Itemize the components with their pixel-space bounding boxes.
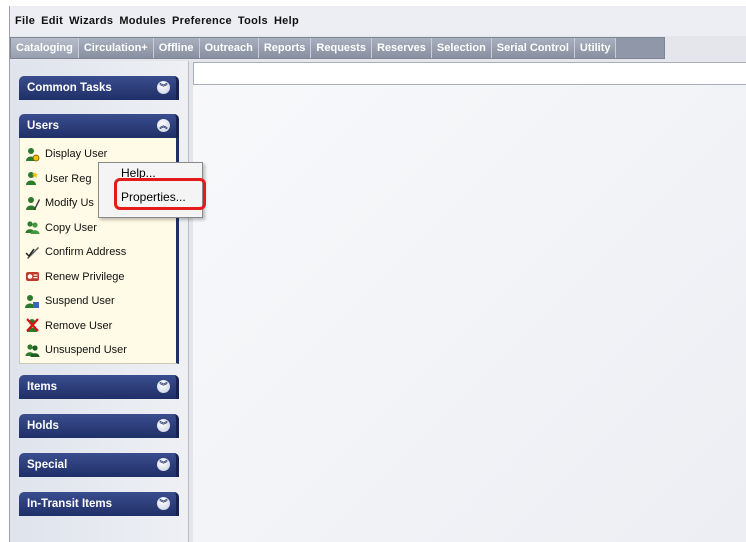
expand-chevron-icon[interactable]: ︾ [157, 497, 170, 510]
group-header-common-tasks[interactable]: Common Tasks ︾ [19, 76, 179, 100]
tab-requests[interactable]: Requests [311, 38, 372, 58]
task-label: User Reg [45, 172, 92, 185]
task-label: Remove User [45, 319, 113, 332]
display-user-icon [25, 147, 40, 162]
group-header-in-transit-items[interactable]: In-Transit Items ︾ [19, 492, 179, 516]
content-toolbar-strip [193, 62, 746, 85]
task-label: Unsuspend User [45, 344, 127, 357]
menu-help[interactable]: Help [271, 15, 302, 27]
expand-chevron-icon[interactable]: ︾ [157, 81, 170, 94]
group-items: Items ︾ [19, 375, 179, 399]
renew-privilege-icon [25, 269, 40, 284]
copy-user-icon [25, 220, 40, 235]
group-holds: Holds ︾ [19, 414, 179, 438]
tab-reports[interactable]: Reports [258, 38, 312, 58]
group-title: Special [27, 459, 68, 471]
suspend-user-icon [25, 294, 40, 309]
tab-utility[interactable]: Utility [574, 38, 617, 58]
tab-circulation[interactable]: Circulation+ [78, 38, 154, 58]
group-special: Special ︾ [19, 453, 179, 477]
group-title: Holds [27, 420, 59, 432]
expand-chevron-icon[interactable]: ︾ [157, 458, 170, 471]
group-in-transit-items: In-Transit Items ︾ [19, 492, 179, 516]
group-header-items[interactable]: Items ︾ [19, 375, 179, 399]
menu-tools[interactable]: Tools [235, 15, 271, 27]
menu-preference[interactable]: Preference [169, 15, 235, 27]
tab-reserves[interactable]: Reserves [371, 38, 432, 58]
task-label: Renew Privilege [45, 270, 125, 283]
group-title: Users [27, 120, 59, 132]
modify-user-icon [25, 196, 40, 211]
tab-selection[interactable]: Selection [431, 38, 492, 58]
task-label: Suspend User [45, 295, 115, 308]
group-header-users[interactable]: Users ︽ [19, 114, 179, 138]
module-tab-bar: Cataloging Circulation+ Offline Outreach… [10, 37, 665, 59]
highlight-annotation-box [114, 178, 206, 210]
task-renew-privilege[interactable]: Renew Privilege [20, 265, 176, 290]
tab-outreach[interactable]: Outreach [199, 38, 259, 58]
user-registration-icon [25, 171, 40, 186]
group-common-tasks: Common Tasks ︾ [19, 76, 179, 100]
task-label: Confirm Address [45, 246, 127, 259]
group-users: Users ︽ Display User User Reg Modify Us … [19, 114, 179, 364]
menu-bar: File Edit Wizards Modules Preference Too… [10, 6, 746, 36]
task-copy-user[interactable]: Copy User [20, 216, 176, 241]
task-confirm-address[interactable]: Confirm Address [20, 240, 176, 265]
group-title: In-Transit Items [27, 498, 112, 510]
menu-file[interactable]: File [12, 15, 38, 27]
main-content-area [193, 62, 746, 542]
collapse-chevron-icon[interactable]: ︽ [157, 119, 170, 132]
expand-chevron-icon[interactable]: ︾ [157, 380, 170, 393]
tab-serial-control[interactable]: Serial Control [491, 38, 575, 58]
expand-chevron-icon[interactable]: ︾ [157, 419, 170, 432]
task-remove-user[interactable]: Remove User [20, 314, 176, 339]
task-sidebar: Common Tasks ︾ Users ︽ Display User User… [10, 61, 189, 542]
group-header-holds[interactable]: Holds ︾ [19, 414, 179, 438]
tab-cataloging[interactable]: Cataloging [11, 38, 79, 58]
task-label: Modify Us [45, 197, 94, 210]
tab-offline[interactable]: Offline [153, 38, 200, 58]
menu-modules[interactable]: Modules [116, 15, 169, 27]
task-suspend-user[interactable]: Suspend User [20, 289, 176, 314]
menu-edit[interactable]: Edit [38, 15, 66, 27]
task-label: Display User [45, 148, 108, 161]
task-unsuspend-user[interactable]: Unsuspend User [20, 338, 176, 363]
confirm-address-icon [25, 245, 40, 260]
unsuspend-user-icon [25, 343, 40, 358]
group-title: Common Tasks [27, 82, 112, 94]
group-header-special[interactable]: Special ︾ [19, 453, 179, 477]
remove-user-icon [25, 318, 40, 333]
group-title: Items [27, 381, 58, 393]
application-window: File Edit Wizards Modules Preference Too… [9, 6, 746, 542]
task-label: Copy User [45, 221, 97, 234]
menu-wizards[interactable]: Wizards [66, 15, 116, 27]
